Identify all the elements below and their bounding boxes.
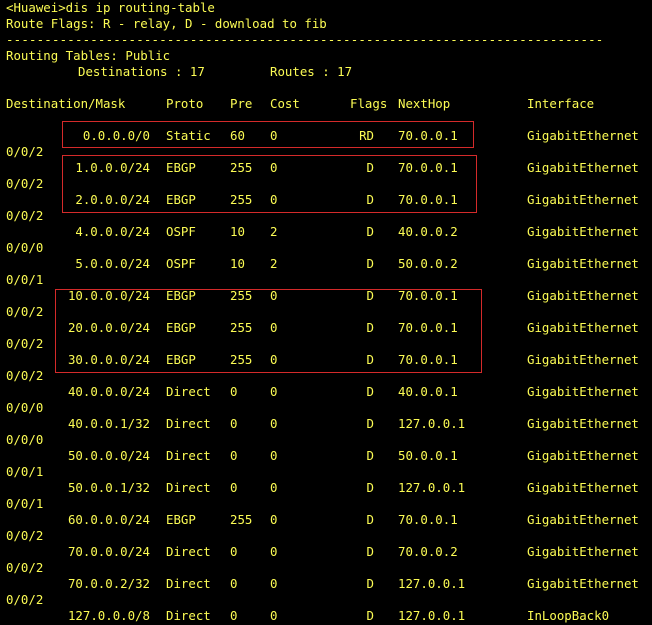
cell-interface: GigabitEthernet	[527, 160, 639, 175]
terminal-window[interactable]: { "terminal": { "lines": [ "<Huawei>dis …	[0, 0, 652, 625]
routes-count: Routes : 17	[270, 64, 353, 79]
cell-interface: GigabitEthernet	[527, 448, 639, 463]
cell-interface-continuation: 0/0/2	[6, 208, 44, 223]
cell-interface-continuation: 0/0/0	[6, 432, 44, 447]
cell-nexthop: 70.0.0.1	[398, 512, 458, 527]
routing-table-title: Routing Tables: Public	[6, 48, 171, 63]
cell-interface: GigabitEthernet	[527, 352, 639, 367]
header-proto: Proto	[166, 96, 204, 111]
cell-interface: GigabitEthernet	[527, 384, 639, 399]
cell-flags: D	[366, 320, 374, 335]
header-flags: Flags	[350, 96, 388, 111]
cell-nexthop: 127.0.0.1	[398, 576, 466, 591]
cell-interface-continuation: 0/0/2	[6, 336, 44, 351]
header-interface: Interface	[527, 96, 595, 111]
cell-interface-continuation: 0/0/2	[6, 560, 44, 575]
cell-nexthop: 127.0.0.1	[398, 608, 466, 623]
cell-nexthop: 70.0.0.1	[398, 160, 458, 175]
cell-nexthop: 70.0.0.1	[398, 352, 458, 367]
cell-flags: D	[366, 448, 374, 463]
cell-interface: GigabitEthernet	[527, 192, 639, 207]
cell-interface: GigabitEthernet	[527, 128, 639, 143]
cell-nexthop: 127.0.0.1	[398, 480, 466, 495]
cell-interface: GigabitEthernet	[527, 416, 639, 431]
cell-nexthop: 70.0.0.1	[398, 128, 458, 143]
cell-interface-continuation: 0/0/2	[6, 592, 44, 607]
cell-flags: D	[366, 160, 374, 175]
cell-flags: D	[366, 192, 374, 207]
cell-nexthop: 70.0.0.1	[398, 288, 458, 303]
cell-nexthop: 70.0.0.1	[398, 320, 458, 335]
cell-flags: D	[366, 416, 374, 431]
cell-nexthop: 70.0.0.2	[398, 544, 458, 559]
cell-flags: D	[366, 512, 374, 527]
cell-interface: GigabitEthernet	[527, 320, 639, 335]
cell-interface: InLoopBack0	[527, 608, 610, 623]
cell-flags: D	[366, 608, 374, 623]
header-cost: Cost	[270, 96, 300, 111]
cell-interface: GigabitEthernet	[527, 480, 639, 495]
cell-flags: D	[366, 576, 374, 591]
route-flags-legend: Route Flags: R - relay, D - download to …	[6, 16, 327, 31]
cell-flags: D	[366, 544, 374, 559]
cell-interface: GigabitEthernet	[527, 256, 639, 271]
cell-interface-continuation: 0/0/2	[6, 304, 44, 319]
cell-interface: GigabitEthernet	[527, 288, 639, 303]
cell-nexthop: 40.0.0.2	[398, 224, 458, 239]
cell-interface-continuation: 0/0/1	[6, 464, 44, 479]
cell-interface-continuation: 0/0/2	[6, 528, 44, 543]
cell-flags: D	[366, 224, 374, 239]
cell-interface-continuation: 0/0/1	[6, 496, 44, 511]
cell-interface: GigabitEthernet	[527, 512, 639, 527]
cell-interface: GigabitEthernet	[527, 576, 639, 591]
cell-nexthop: 40.0.0.1	[398, 384, 458, 399]
cell-interface: GigabitEthernet	[527, 544, 639, 559]
header-pre: Pre	[230, 96, 253, 111]
command-line: <Huawei>dis ip routing-table	[6, 0, 215, 15]
cell-flags: D	[366, 480, 374, 495]
cell-flags: D	[366, 384, 374, 399]
cell-interface-continuation: 0/0/0	[6, 400, 44, 415]
cell-nexthop: 50.0.0.1	[398, 448, 458, 463]
cell-interface-continuation: 0/0/1	[6, 272, 44, 287]
cell-interface-continuation: 0/0/2	[6, 368, 44, 383]
cell-flags: D	[366, 256, 374, 271]
destinations-count: Destinations : 17	[78, 64, 205, 79]
cell-flags: RD	[359, 128, 374, 143]
cell-interface: GigabitEthernet	[527, 224, 639, 239]
cell-nexthop: 127.0.0.1	[398, 416, 466, 431]
header-destination: Destination/Mask	[6, 96, 126, 111]
cell-interface-continuation: 0/0/2	[6, 144, 44, 159]
cell-flags: D	[366, 288, 374, 303]
cell-interface-continuation: 0/0/2	[6, 176, 44, 191]
header-nexthop: NextHop	[398, 96, 451, 111]
separator-line: ----------------------------------------…	[6, 32, 604, 47]
cell-nexthop: 70.0.0.1	[398, 192, 458, 207]
cell-flags: D	[366, 352, 374, 367]
cell-nexthop: 50.0.0.2	[398, 256, 458, 271]
cell-interface-continuation: 0/0/0	[6, 240, 44, 255]
